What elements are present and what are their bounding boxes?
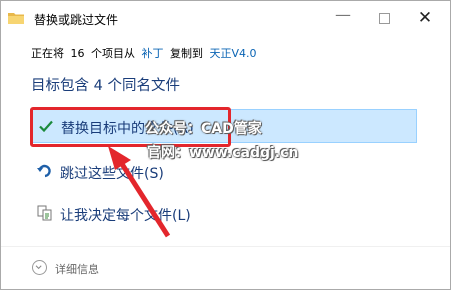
- watermark-wechat: 公众号：CAD管家: [145, 121, 262, 137]
- watermark-website: 官网：www.cadgj.cn: [147, 145, 299, 161]
